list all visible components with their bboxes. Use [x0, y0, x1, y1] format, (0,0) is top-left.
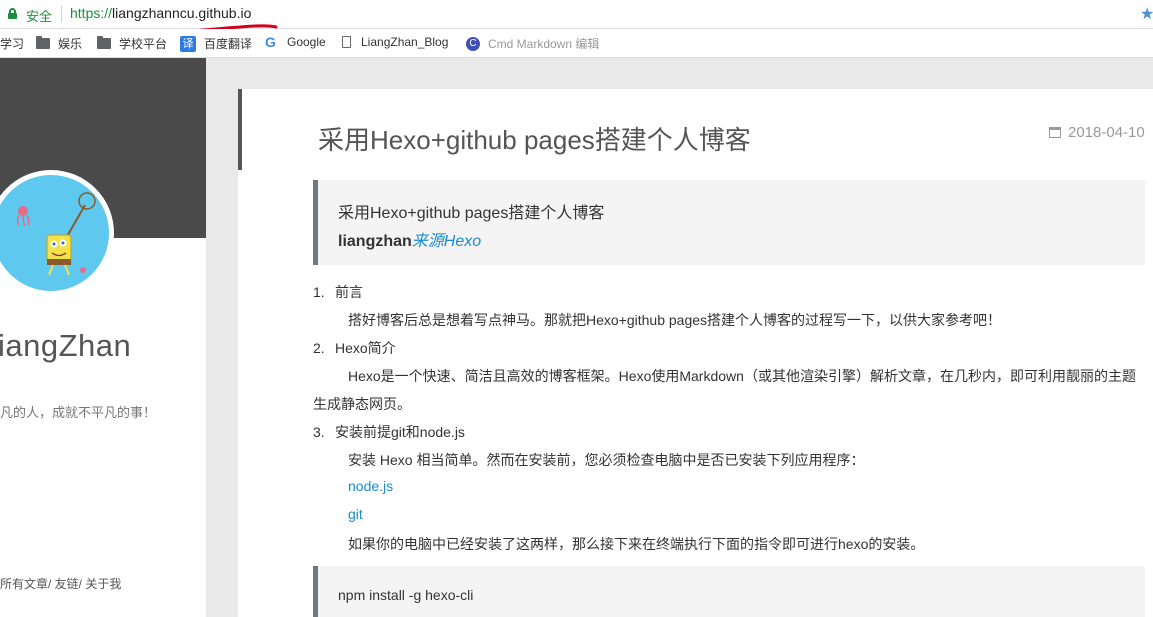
- avatar-image: [0, 175, 109, 291]
- author-motto: 凡的人，成就不平凡的事！: [0, 405, 157, 420]
- avatar[interactable]: [0, 170, 114, 296]
- section-number: 1.: [313, 284, 325, 300]
- sidebar-nav-links[interactable]: 所有文章/ 友链/ 关于我: [0, 575, 121, 592]
- section-title: Hexo简介: [335, 340, 396, 356]
- google-icon: G: [265, 34, 276, 50]
- bookmark-star-icon[interactable]: ★: [1140, 4, 1153, 24]
- bookmark-liangzhan-blog[interactable]: LiangZhan_Blog: [342, 35, 448, 49]
- sidebar: iangZhan 凡的人，成就不平凡的事！ 所有文章/ 友链/ 关于我: [0, 58, 207, 617]
- bookmark-google[interactable]: G Google: [265, 35, 326, 49]
- section-number: 2.: [313, 340, 325, 356]
- calendar-icon: [1049, 127, 1061, 138]
- bookmark-label: 娱乐: [58, 37, 83, 51]
- url-scheme: https://: [70, 5, 113, 21]
- url-host: liangzhanncu.github.io: [112, 5, 252, 21]
- nodejs-link[interactable]: node.js: [348, 478, 393, 494]
- article-date: 2018-04-10: [1049, 124, 1145, 141]
- folder-icon: [36, 36, 50, 49]
- section-title: 前言: [335, 284, 363, 300]
- bookmark-label: 学校平台: [119, 37, 168, 51]
- quote-source-link[interactable]: 来源Hexo: [412, 233, 481, 250]
- secure-label: 安全: [26, 9, 53, 24]
- bookmark-yule[interactable]: 娱乐: [36, 35, 82, 52]
- paragraph: 如果你的电脑中已经安装了这两样，那么接下来在终端执行下面的指令即可进行hexo的…: [348, 536, 925, 552]
- lock-icon: [8, 8, 17, 19]
- address-bar[interactable]: 安全 https://liangzhanncu.github.io ★: [0, 0, 1153, 29]
- bookmark-xuexiao[interactable]: 学校平台: [97, 35, 167, 52]
- section-heading: 3. 安装前提git和node.js: [313, 422, 465, 442]
- url-text[interactable]: https://liangzhanncu.github.io: [70, 5, 251, 21]
- paragraph: Hexo是一个快速、简洁且高效的博客框架。Hexo使用Markdown（或其他渲…: [348, 368, 1136, 384]
- bookmark-label: 学习: [0, 37, 25, 51]
- article-date-text: 2018-04-10: [1068, 124, 1145, 141]
- bookmark-xuexi[interactable]: 学习: [0, 35, 24, 52]
- quote-attribution: liangzhan来源Hexo: [338, 227, 481, 251]
- section-number: 3.: [313, 424, 325, 440]
- quote-author: liangzhan: [338, 233, 412, 250]
- code-text[interactable]: npm install -g hexo-cli: [338, 587, 473, 603]
- cmd-markdown-icon: C: [466, 36, 480, 51]
- address-divider: [61, 6, 62, 22]
- bookmark-label: LiangZhan_Blog: [361, 35, 449, 49]
- section-heading: 2. Hexo简介: [313, 338, 396, 358]
- section-heading: 1. 前言: [313, 282, 363, 302]
- bookmark-cmd-markdown[interactable]: C Cmd Markdown 编辑: [466, 35, 599, 52]
- folder-icon: [97, 36, 111, 49]
- bookmarks-bar: 学习 娱乐 学校平台 译 百度翻译 G Google LiangZhan_Blo…: [0, 29, 1153, 58]
- article-title[interactable]: 采用Hexo+github pages搭建个人博客: [318, 120, 751, 157]
- article-accent-bar: [238, 89, 242, 170]
- bookmark-baidu-fanyi[interactable]: 译 百度翻译: [180, 35, 252, 52]
- quote-line: 采用Hexo+github pages搭建个人博客: [338, 205, 605, 222]
- bookmark-label: Google: [287, 35, 326, 49]
- author-name: iangZhan: [0, 328, 132, 363]
- paragraph: 搭好博客后总是想着写点神马。那就把Hexo+github pages搭建个人博客…: [348, 312, 1002, 328]
- page-icon: [342, 36, 351, 48]
- translate-icon: 译: [180, 35, 196, 52]
- bookmark-label: 百度翻译: [204, 37, 253, 51]
- git-link[interactable]: git: [348, 506, 363, 522]
- bookmark-label: Cmd Markdown 编辑: [488, 37, 600, 51]
- paragraph: 安装 Hexo 相当简单。然而在安装前，您必须检查电脑中是否已安装下列应用程序：: [348, 452, 865, 468]
- section-title: 安装前提git和node.js: [335, 424, 465, 440]
- paragraph-continuation: 生成静态网页。: [313, 396, 411, 412]
- spongebob-illustration: [16, 192, 96, 276]
